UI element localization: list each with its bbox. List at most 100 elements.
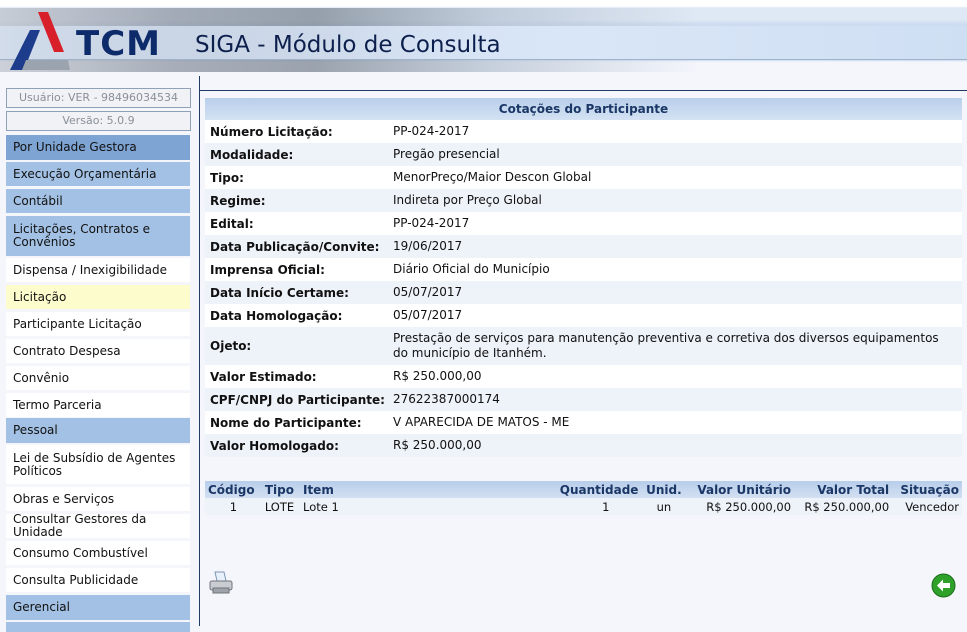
sidebar-item-label: Obras e Serviços xyxy=(13,493,114,506)
main-content: Cotações do Participante Número Licitaçã… xyxy=(205,98,962,457)
field-label: Nome do Participante: xyxy=(205,416,393,430)
field-label: Tipo: xyxy=(205,171,393,185)
sidebar-item-label: Licitação xyxy=(13,291,66,304)
sidebar-item[interactable]: Convênio xyxy=(6,366,190,390)
detail-row: Data Homologação:05/07/2017 xyxy=(205,304,962,327)
detail-row: Número Licitação:PP-024-2017 xyxy=(205,120,962,143)
field-label: Data Publicação/Convite: xyxy=(205,240,393,254)
detail-row: Tipo:MenorPreço/Maior Descon Global xyxy=(205,166,962,189)
header-banner: TCM SIGA - Módulo de Consulta xyxy=(0,0,967,76)
details-list: Número Licitação:PP-024-2017Modalidade:P… xyxy=(205,120,962,457)
field-value: PP-024-2017 xyxy=(393,124,962,139)
cell-quantidade: 1 xyxy=(550,498,641,515)
field-value: 19/06/2017 xyxy=(393,239,962,254)
sidebar-item[interactable]: Consumo Combustível xyxy=(6,541,190,565)
sidebar-item[interactable] xyxy=(6,622,190,632)
field-label: Valor Estimado: xyxy=(205,370,393,384)
sidebar-item[interactable]: Termo Parceria xyxy=(6,393,190,417)
field-value: PP-024-2017 xyxy=(393,216,962,231)
cell-unid: un xyxy=(641,498,686,515)
sidebar-item[interactable]: Consulta Publicidade xyxy=(6,568,190,592)
sidebar-item[interactable]: Lei de Subsídio de Agentes Políticos xyxy=(6,445,190,484)
sidebar-item[interactable]: Gerencial xyxy=(6,595,190,620)
sidebar-item[interactable]: Participante Licitação xyxy=(6,312,190,336)
cell-situacao: Vencedor xyxy=(892,498,962,515)
field-label: Data Homologação: xyxy=(205,309,393,323)
field-label: Regime: xyxy=(205,194,393,208)
detail-row: Nome do Participante:V APARECIDA DE MATO… xyxy=(205,411,962,434)
detail-row: Regime:Indireta por Preço Global xyxy=(205,189,962,212)
detail-row: Data Início Certame:05/07/2017 xyxy=(205,281,962,304)
field-value: Indireta por Preço Global xyxy=(393,193,962,208)
sidebar-item-label: Consulta Publicidade xyxy=(13,574,138,587)
field-value: Prestação de serviços para manutenção pr… xyxy=(393,331,962,361)
field-label: Modalidade: xyxy=(205,148,393,162)
sidebar-item[interactable]: Contábil xyxy=(6,189,190,213)
detail-row: Imprensa Oficial:Diário Oficial do Munic… xyxy=(205,258,962,281)
detail-row: Modalidade:Pregão presencial xyxy=(205,143,962,166)
sidebar-item[interactable]: Execução Orçamentária xyxy=(6,162,190,186)
sidebar-item-label: Contrato Despesa xyxy=(13,345,121,358)
sidebar-item-label: Por Unidade Gestora xyxy=(13,141,137,154)
field-label: Número Licitação: xyxy=(205,125,393,139)
field-value: 05/07/2017 xyxy=(393,285,962,300)
sidebar-item-label: Dispensa / Inexigibilidade xyxy=(13,264,167,277)
back-arrow-icon[interactable] xyxy=(931,573,956,598)
detail-row: Valor Estimado:R$ 250.000,00 xyxy=(205,365,962,388)
field-label: Ojeto: xyxy=(205,339,393,353)
sidebar-item-label: Termo Parceria xyxy=(13,399,102,412)
sidebar-item[interactable]: Dispensa / Inexigibilidade xyxy=(6,258,190,282)
detail-row: Valor Homologado:R$ 250.000,00 xyxy=(205,434,962,457)
sidebar-item[interactable]: Contrato Despesa xyxy=(6,339,190,363)
items-table: Código Tipo Item Quantidade Unid. Valor … xyxy=(205,481,962,515)
sidebar-item-label: Lei de Subsídio de Agentes Políticos xyxy=(13,452,190,478)
col-unid: Unid. xyxy=(641,481,686,498)
table-row: 1 LOTE Lote 1 1 un R$ 250.000,00 R$ 250.… xyxy=(205,498,962,515)
cell-codigo: 1 xyxy=(205,498,262,515)
field-value: MenorPreço/Maior Descon Global xyxy=(393,170,962,185)
field-value: Diário Oficial do Município xyxy=(393,262,962,277)
field-label: Imprensa Oficial: xyxy=(205,263,393,277)
col-tipo: Tipo xyxy=(262,481,300,498)
cell-item: Lote 1 xyxy=(300,498,550,515)
col-item: Item xyxy=(300,481,550,498)
sidebar-item[interactable]: Licitação xyxy=(6,285,190,309)
sidebar-item[interactable]: Pessoal xyxy=(6,418,190,443)
col-valor-total: Valor Total xyxy=(794,481,892,498)
sidebar-item[interactable]: Obras e Serviços xyxy=(6,487,190,511)
field-value: 27622387000174 xyxy=(393,392,962,407)
field-label: Data Início Certame: xyxy=(205,286,393,300)
sidebar-item-label: Licitações, Contratos e Convênios xyxy=(13,223,190,249)
field-value: 05/07/2017 xyxy=(393,308,962,323)
table-header-row: Código Tipo Item Quantidade Unid. Valor … xyxy=(205,481,962,498)
field-value: Pregão presencial xyxy=(393,147,962,162)
cell-tipo: LOTE xyxy=(262,498,300,515)
detail-row: Edital:PP-024-2017 xyxy=(205,212,962,235)
sidebar-item-label: Execução Orçamentária xyxy=(13,168,156,181)
field-label: Valor Homologado: xyxy=(205,439,393,453)
divider xyxy=(199,90,967,91)
sidebar-item[interactable]: Consultar Gestores da Unidade xyxy=(6,514,190,538)
field-label: Edital: xyxy=(205,217,393,231)
version-info: Versão: 5.0.9 xyxy=(6,111,191,131)
sidebar-item-label: Consumo Combustível xyxy=(13,547,148,560)
printer-icon[interactable] xyxy=(208,571,234,595)
sidebar-item-label: Contábil xyxy=(13,195,63,208)
sidebar-item-label: Convênio xyxy=(13,372,69,385)
sidebar-item[interactable]: Por Unidade Gestora xyxy=(6,135,190,160)
detail-row: Ojeto:Prestação de serviços para manuten… xyxy=(205,327,962,365)
app-title: SIGA - Módulo de Consulta xyxy=(195,32,501,58)
sidebar-item[interactable]: Licitações, Contratos e Convênios xyxy=(6,216,190,256)
section-title: Cotações do Participante xyxy=(205,98,962,120)
brand-name: TCM xyxy=(76,24,161,64)
field-value: R$ 250.000,00 xyxy=(393,438,962,453)
col-situacao: Situação xyxy=(892,481,962,498)
field-label: CPF/CNPJ do Participante: xyxy=(205,393,393,407)
sidebar-item-label: Gerencial xyxy=(13,601,70,614)
divider xyxy=(199,76,200,626)
cell-valor-total: R$ 250.000,00 xyxy=(794,498,892,515)
sidebar: Usuário: VER - 98496034534 Versão: 5.0.9… xyxy=(6,88,191,134)
col-quantidade: Quantidade xyxy=(550,481,641,498)
col-valor-unitario: Valor Unitário xyxy=(686,481,794,498)
tcm-logo-icon xyxy=(8,10,70,72)
